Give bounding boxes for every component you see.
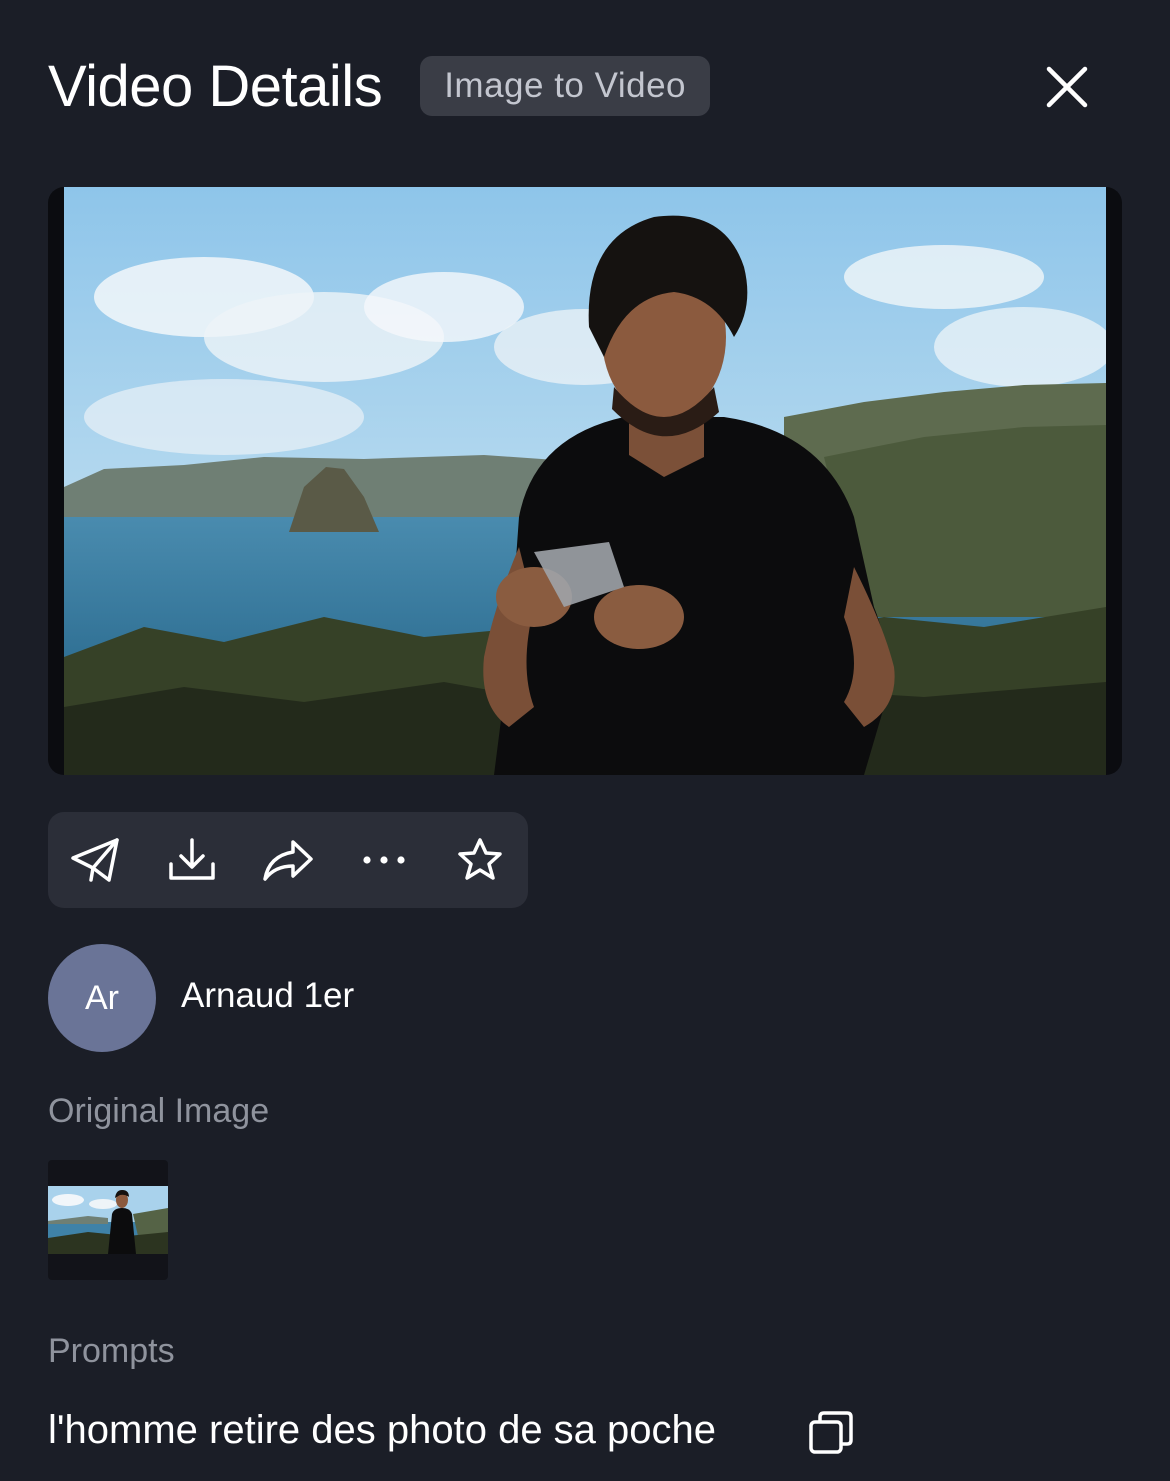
prompts-label: Prompts [48,1332,175,1370]
favorite-button[interactable] [452,836,508,884]
original-image-label: Original Image [48,1092,270,1130]
share-button[interactable] [260,836,316,884]
avatar[interactable]: Ar [48,944,156,1052]
more-button[interactable] [356,836,412,884]
star-icon [458,838,502,880]
copy-prompt-button[interactable] [806,1408,856,1458]
video-player[interactable] [48,187,1122,775]
author-name[interactable]: Arnaud 1er [181,976,354,1016]
more-icon [363,856,405,864]
close-button[interactable] [1040,60,1094,114]
send-button[interactable] [68,836,124,884]
download-button[interactable] [164,836,220,884]
original-image-preview [48,1186,168,1254]
page-title: Video Details [48,53,383,119]
video-frame-image [64,187,1106,775]
mode-badge: Image to Video [420,56,711,116]
close-icon [1046,66,1088,108]
header: Video Details Image to Video [48,52,711,120]
share-icon [263,840,313,881]
download-icon [169,838,215,880]
send-icon [71,838,119,882]
prompt-text: l'homme retire des photo de sa poche [48,1408,717,1452]
copy-icon [809,1411,853,1454]
action-bar [48,812,528,908]
video-details-page: Video Details Image to Video Ar Arnaud 1… [0,0,1170,1481]
original-image-thumbnail[interactable] [48,1160,168,1280]
